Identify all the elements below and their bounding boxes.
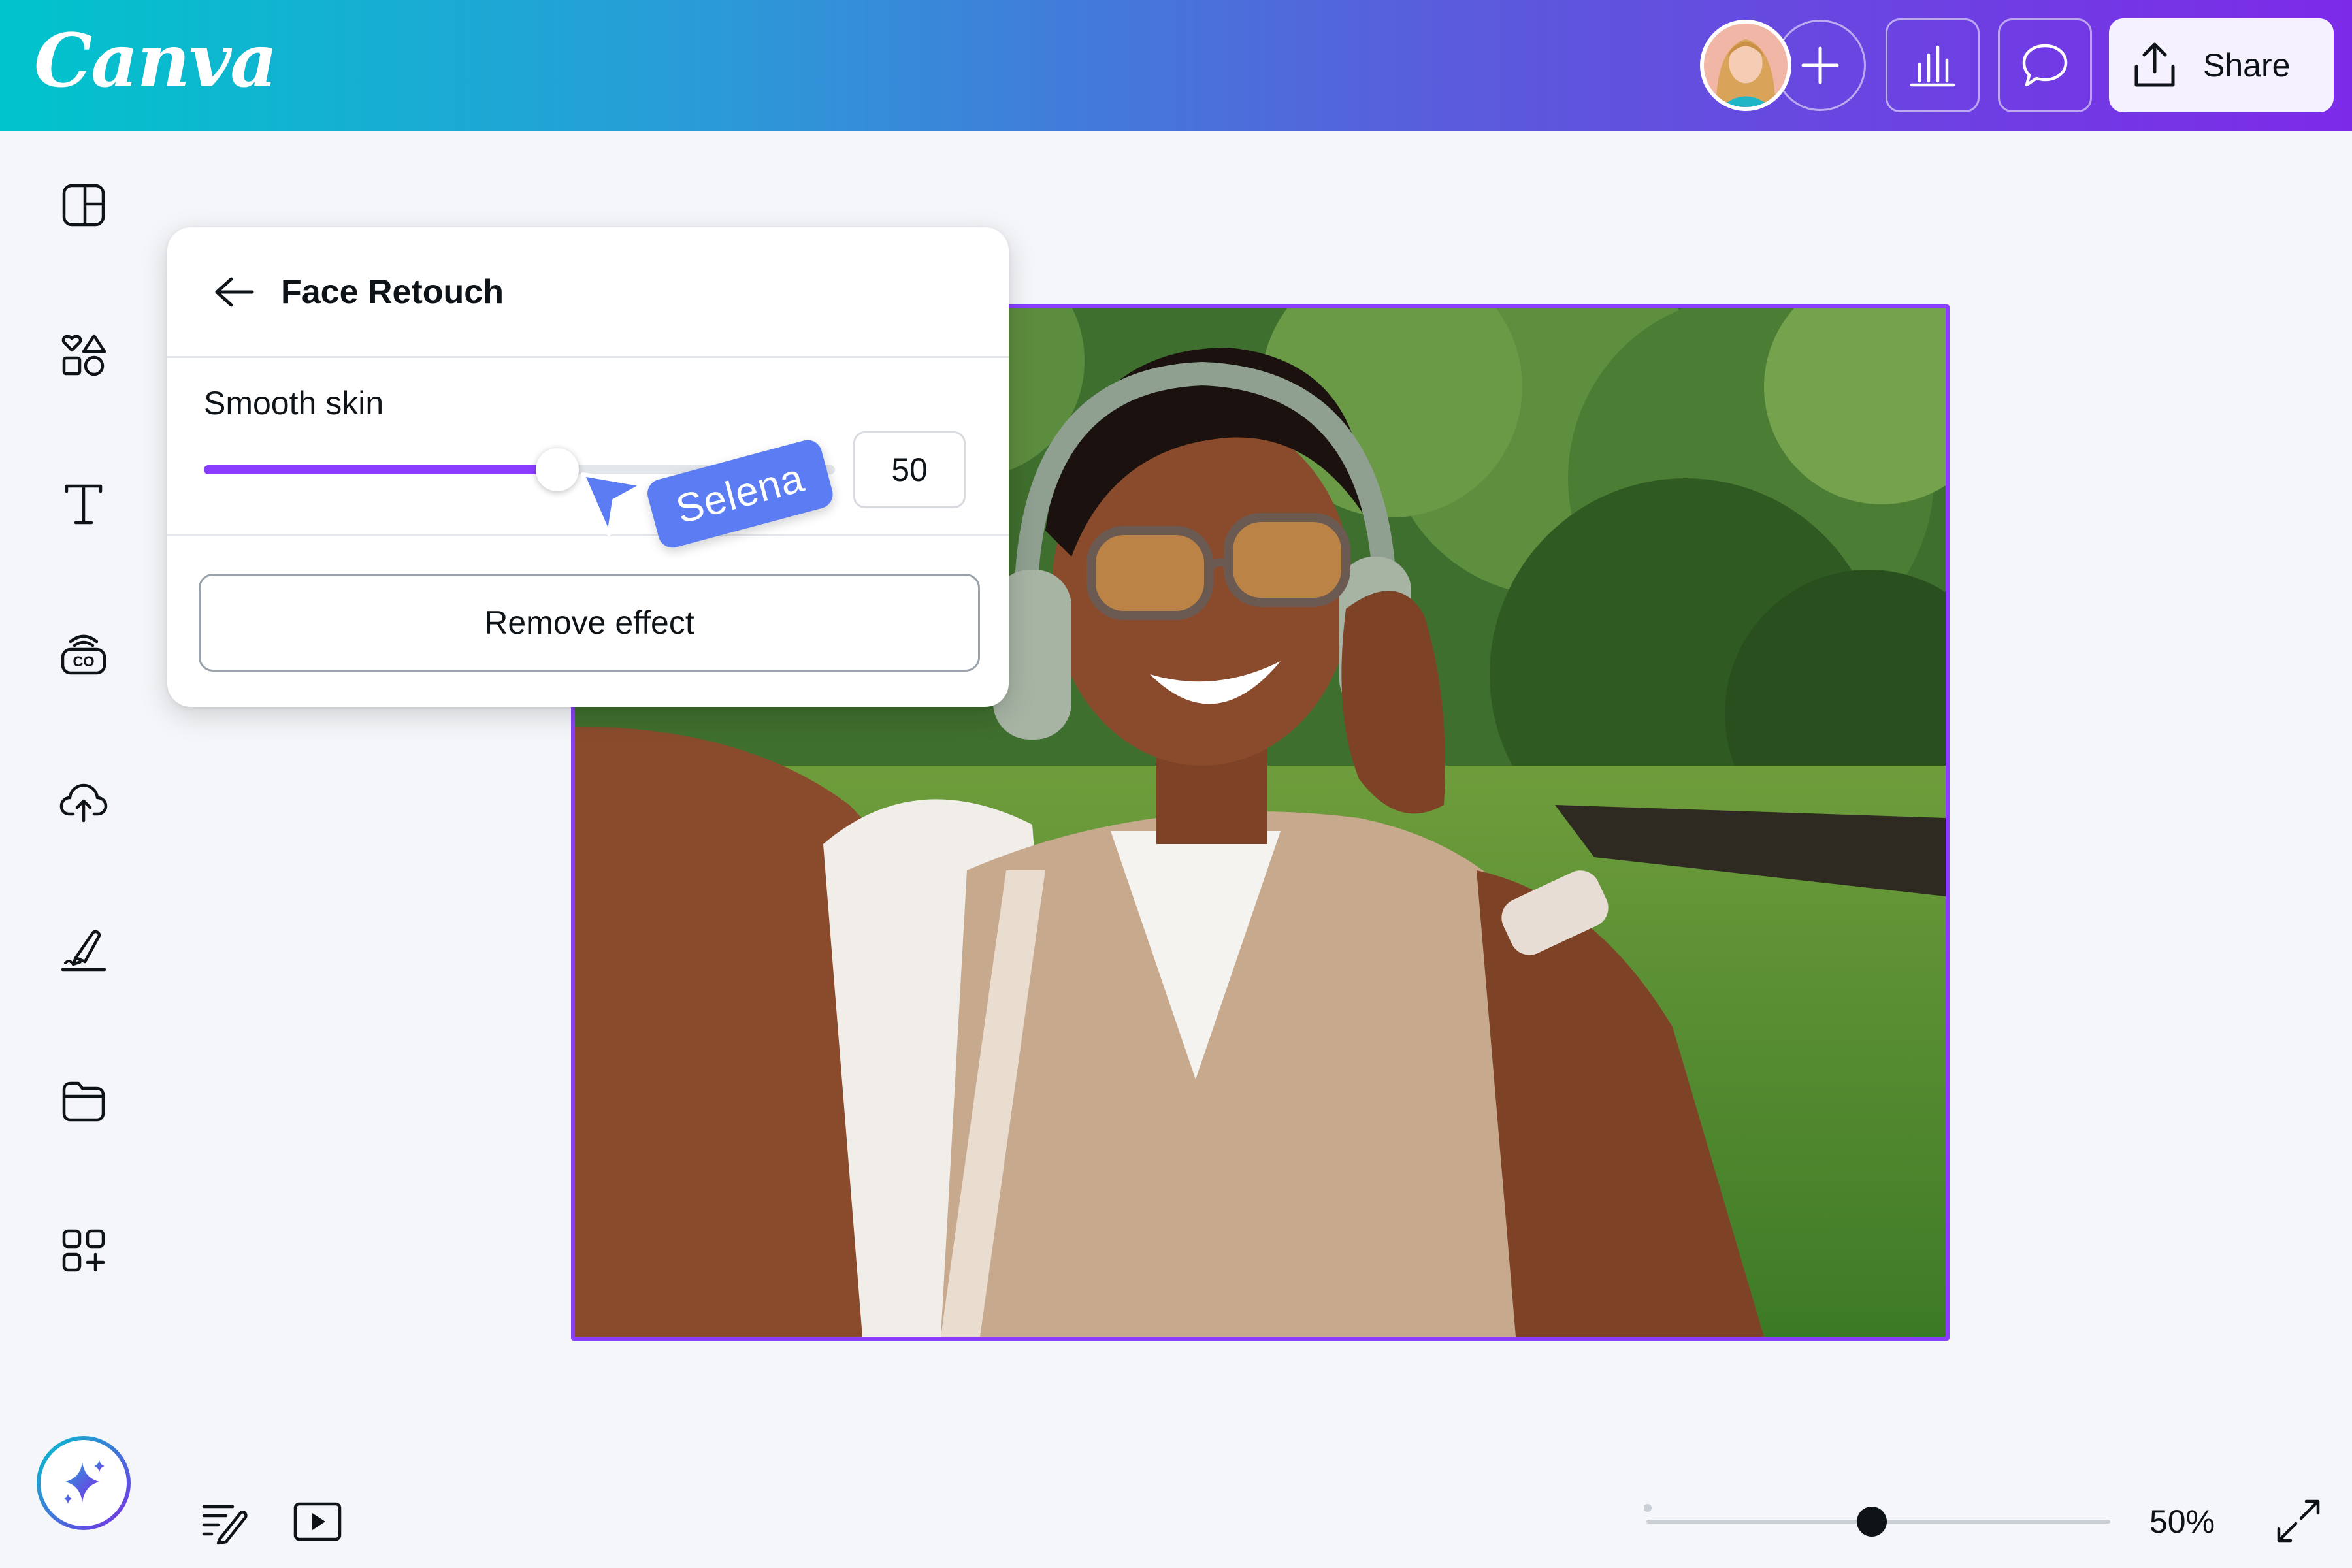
projects-button[interactable] — [57, 1074, 110, 1126]
fullscreen-button[interactable] — [2271, 1494, 2326, 1548]
plus-icon — [1801, 46, 1839, 84]
smooth-skin-label: Smooth skin — [204, 385, 384, 421]
present-button[interactable] — [291, 1496, 344, 1548]
slider-fill — [204, 465, 557, 474]
slider-handle[interactable] — [535, 448, 579, 491]
back-arrow-icon[interactable] — [213, 275, 255, 309]
panel-title: Face Retouch — [281, 272, 504, 311]
smooth-skin-value-input[interactable]: 50 — [853, 431, 966, 508]
panel-header: Face Retouch — [167, 227, 1009, 358]
share-button[interactable]: Share — [2109, 18, 2334, 112]
remove-effect-button[interactable]: Remove effect — [199, 574, 980, 672]
face-retouch-panel: Face Retouch Smooth skin 50 Remove effec… — [167, 227, 1009, 707]
uploads-icon — [59, 783, 108, 823]
zoom-slider-handle[interactable] — [1857, 1507, 1887, 1537]
present-icon — [293, 1502, 342, 1541]
sparkle-icon — [64, 1460, 105, 1504]
draw-icon — [61, 930, 106, 972]
apps-icon — [62, 1229, 105, 1272]
text-button[interactable] — [57, 478, 110, 531]
user-avatar[interactable] — [1700, 20, 1791, 111]
fullscreen-icon — [2277, 1499, 2320, 1543]
design-icon — [62, 184, 105, 227]
projects-icon — [62, 1081, 105, 1122]
chart-icon — [1910, 45, 1955, 87]
insights-button[interactable] — [1886, 18, 1980, 112]
zoom-level[interactable]: 50% — [2149, 1503, 2215, 1541]
text-icon — [65, 484, 103, 525]
notes-icon — [202, 1505, 248, 1545]
share-icon — [2134, 42, 2175, 87]
elements-button[interactable] — [57, 329, 110, 382]
design-button[interactable] — [57, 179, 110, 231]
svg-text:CO: CO — [73, 653, 95, 670]
comment-icon — [2022, 44, 2068, 87]
apps-button[interactable] — [57, 1224, 110, 1277]
notes-button[interactable] — [199, 1496, 251, 1548]
collaborator-cursor-icon — [581, 472, 645, 536]
brand-button[interactable]: CO — [57, 627, 110, 679]
share-label: Share — [2203, 47, 2291, 84]
canva-logo[interactable]: Canva — [34, 18, 278, 104]
brand-icon: CO — [61, 634, 106, 675]
elements-icon — [61, 334, 106, 376]
top-bar: Canva Share — [0, 0, 2352, 131]
zoom-slider-start — [1644, 1504, 1652, 1512]
comments-button[interactable] — [1998, 18, 2092, 112]
uploads-button[interactable] — [57, 776, 110, 828]
magic-button[interactable] — [37, 1436, 131, 1530]
draw-button[interactable] — [57, 925, 110, 977]
